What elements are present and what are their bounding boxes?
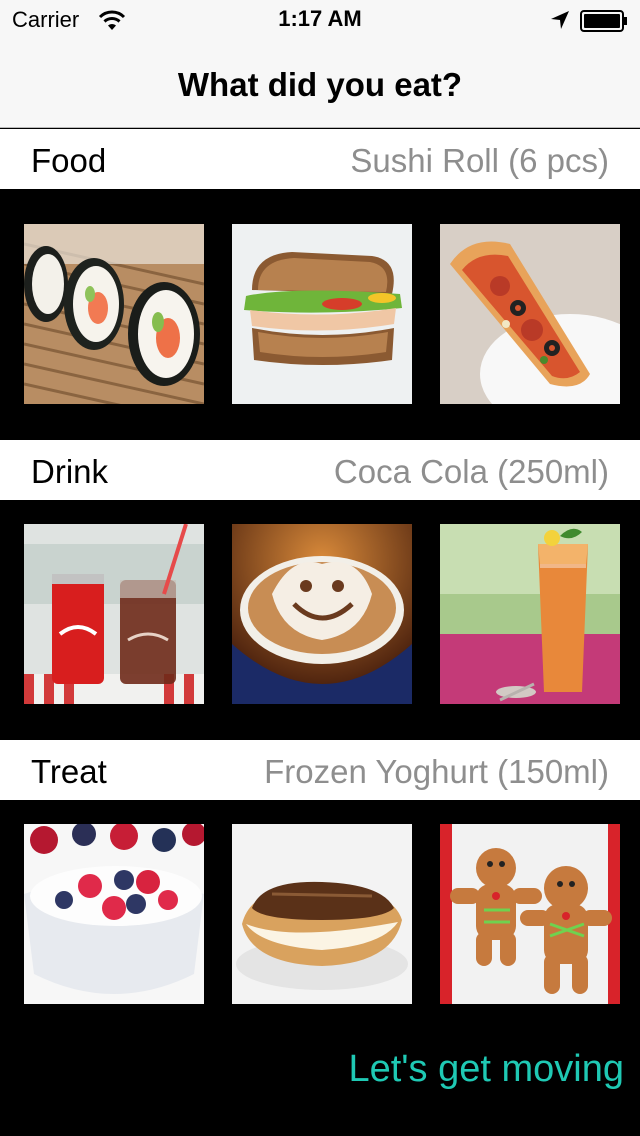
battery-icon <box>580 10 628 32</box>
status-time: 1:17 AM <box>278 6 362 31</box>
section-header-drink: Drink Coca Cola (250ml) <box>0 440 640 500</box>
section-header-food: Food Sushi Roll (6 pcs) <box>0 129 640 189</box>
food-option-sushi-roll[interactable] <box>24 224 204 404</box>
location-arrow-icon <box>550 10 570 30</box>
selected-item-value: Frozen Yoghurt (150ml) <box>264 753 609 790</box>
food-option-sandwich[interactable] <box>232 224 412 404</box>
treat-option-eclair[interactable] <box>232 824 412 1004</box>
navigation-bar: What did you eat? <box>0 40 640 128</box>
drink-option-iced-tea[interactable] <box>440 524 620 704</box>
food-option-pizza-slice[interactable] <box>440 224 620 404</box>
section-header-treat: Treat Frozen Yoghurt (150ml) <box>0 740 640 800</box>
selected-item-value: Sushi Roll (6 pcs) <box>350 142 609 179</box>
section-label: Treat <box>31 753 107 790</box>
treat-option-gingerbread-cookies[interactable] <box>440 824 620 1004</box>
drink-option-coca-cola[interactable] <box>24 524 204 704</box>
status-bar: Carrier 1:17 AM <box>0 0 640 40</box>
page-title: What did you eat? <box>177 66 463 103</box>
treat-option-frozen-yoghurt[interactable] <box>24 824 204 1004</box>
drink-option-cappuccino[interactable] <box>232 524 412 704</box>
section-label: Food <box>31 142 107 179</box>
selected-item-value: Coca Cola (250ml) <box>333 453 609 490</box>
section-label: Drink <box>31 453 109 490</box>
lets-get-moving-button[interactable]: Let's get moving <box>348 1048 624 1091</box>
